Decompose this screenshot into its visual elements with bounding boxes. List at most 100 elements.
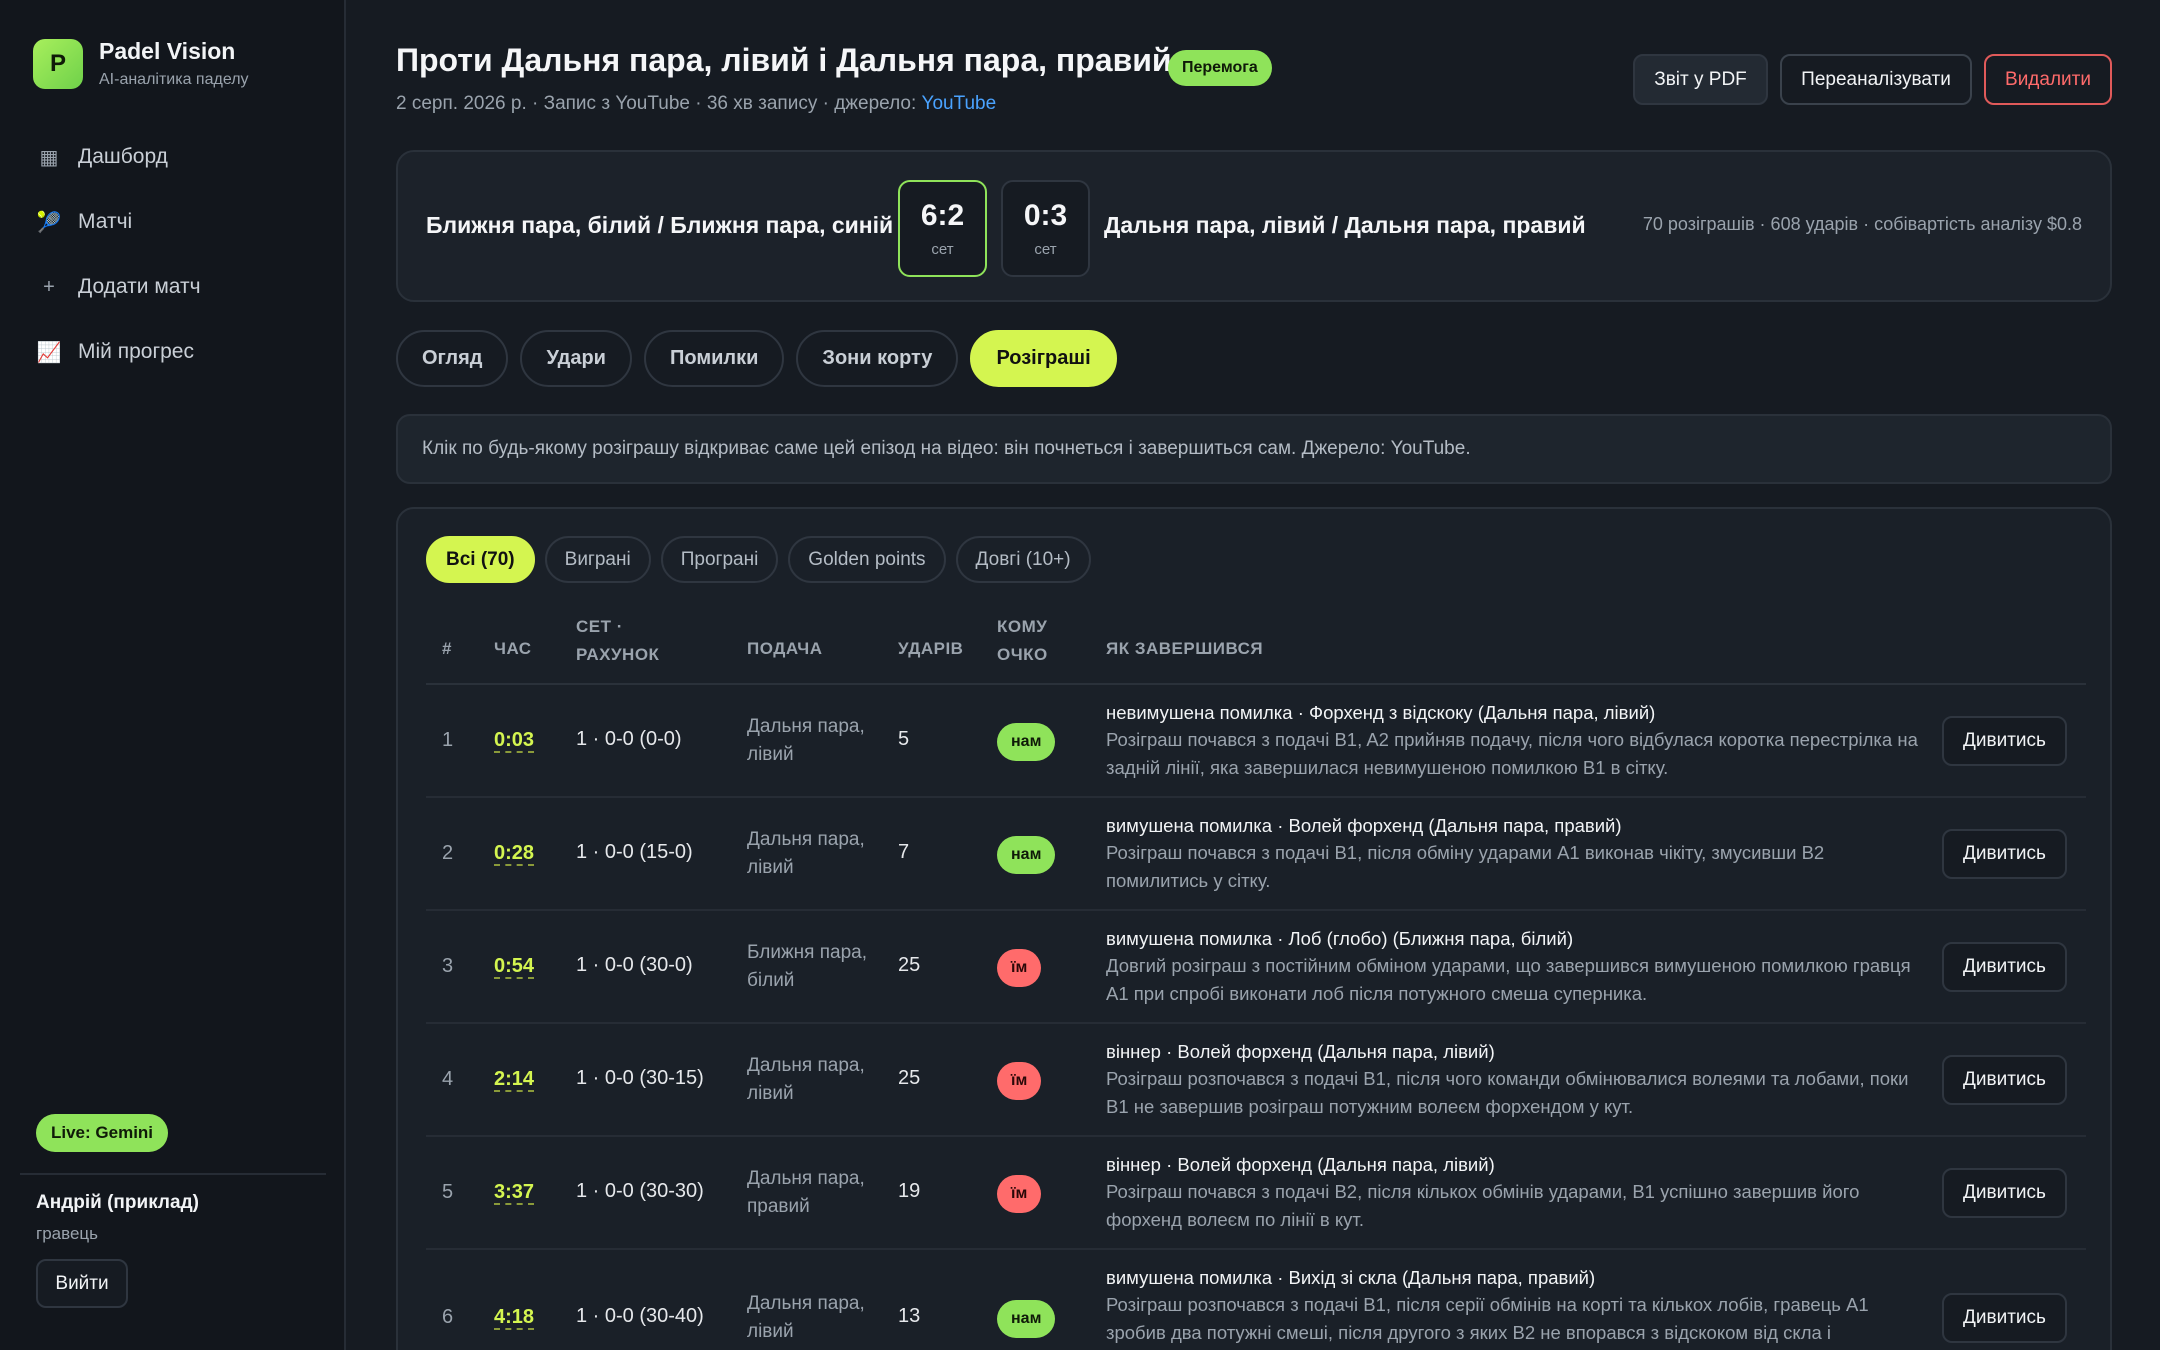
match-stats: 70 розіграшів · 608 ударів · собівартіст… [1642, 214, 2082, 234]
table-row[interactable]: 1 0:03 1 · 0-0 (0-0) Дальня пара, лівий … [426, 685, 2086, 798]
plus-icon: + [43, 275, 55, 298]
rally-set-score: 1 · 0-0 (30-15) [576, 1067, 704, 1089]
divider [20, 1173, 326, 1175]
rally-time-link[interactable]: 3:37 [494, 1181, 535, 1205]
column-header-time: ЧАС [494, 639, 532, 658]
rally-outcome: вимушена помилка · Вихід зі скла (Дальня… [1106, 1265, 1926, 1347]
rally-time-link[interactable]: 2:14 [494, 1068, 535, 1092]
point-winner-badge: їм [997, 1175, 1042, 1213]
rally-serve: Дальня пара, лівий [747, 716, 865, 765]
rally-outcome: віннер · Волей форхенд (Дальня пара, лів… [1106, 1152, 1926, 1234]
set-score-2: 0:3 сет [1001, 180, 1090, 277]
rally-time-link[interactable]: 0:28 [494, 842, 535, 866]
rally-outcome-description: Розіграш почався з подачі B1, A2 прийняв… [1106, 729, 1918, 778]
rally-outcome-title: невимушена помилка · Форхенд з відскоку … [1106, 702, 1656, 723]
page-title: Проти Дальня пара, лівий і Дальня пара, … [396, 42, 1172, 78]
score-card: Ближня пара, білий / Ближня пара, синій … [396, 150, 2112, 302]
column-header-serve: ПОДАЧА [747, 639, 823, 658]
sidebar-nav: ▦ Дашборд 🎾 Матчі + Додати матч 📈 Мій пр… [20, 132, 326, 392]
team-b-name: Дальня пара, лівий / Дальня пара, правий [1104, 212, 1586, 238]
tab-strokes[interactable]: Удари [520, 330, 632, 387]
rally-set-score: 1 · 0-0 (30-30) [576, 1180, 704, 1202]
rally-time-link[interactable]: 4:18 [494, 1306, 535, 1330]
sidebar-item-add-match[interactable]: + Додати матч [20, 262, 326, 312]
team-a-name: Ближня пара, білий / Ближня пара, синій [426, 212, 894, 238]
table-row[interactable]: 6 4:18 1 · 0-0 (30-40) Дальня пара, ліви… [426, 1250, 2086, 1350]
chart-icon: 📈 [36, 341, 62, 364]
tab-rallies[interactable]: Розіграші [970, 330, 1117, 387]
table-row[interactable]: 2 0:28 1 · 0-0 (15-0) Дальня пара, лівий… [426, 798, 2086, 911]
column-header-strokes: УДАРІВ [898, 639, 964, 658]
tab-overview[interactable]: Огляд [396, 330, 509, 387]
rally-strokes: 7 [898, 841, 910, 863]
column-header-set: СЕТ · РАХУНОК [576, 613, 659, 669]
pdf-report-button[interactable]: Звіт у PDF [1633, 54, 1768, 105]
rally-outcome-title: віннер · Волей форхенд (Дальня пара, лів… [1106, 1041, 1495, 1062]
rally-serve: Дальня пара, лівий [747, 1293, 865, 1342]
column-header-line: СЕТ · [576, 617, 623, 636]
rally-outcome-title: вимушена помилка · Вихід зі скла (Дальня… [1106, 1267, 1596, 1288]
table-row[interactable]: 3 0:54 1 · 0-0 (30-0) Ближня пара, білий… [426, 911, 2086, 1024]
source-link[interactable]: YouTube [922, 93, 997, 114]
rally-strokes: 25 [898, 1067, 921, 1089]
column-header-line: РАХУНОК [576, 645, 660, 664]
column-header-line: ОЧКО [997, 645, 1048, 664]
table-row[interactable]: 4 2:14 1 · 0-0 (30-15) Дальня пара, ліви… [426, 1024, 2086, 1137]
rally-serve: Ближня пара, білий [747, 942, 867, 991]
sidebar-item-label: Дашборд [78, 145, 168, 168]
rally-set-score: 1 · 0-0 (0-0) [576, 728, 682, 750]
set-score-1: 6:2 сет [898, 180, 987, 277]
watch-button[interactable]: Дивитись [1942, 716, 2067, 766]
rally-time-link[interactable]: 0:54 [494, 955, 535, 979]
watch-button[interactable]: Дивитись [1942, 1168, 2067, 1218]
column-header-how: ЯК ЗАВЕРШИВСЯ [1106, 639, 1264, 658]
rally-serve: Дальня пара, лівий [747, 1055, 865, 1104]
brand-logo: P [33, 38, 83, 89]
sidebar-item-label: Додати матч [78, 275, 201, 298]
tab-errors[interactable]: Помилки [643, 330, 785, 387]
brand[interactable]: P Padel Vision AI-аналітика паделу [33, 38, 249, 89]
sidebar-item-progress[interactable]: 📈 Мій прогрес [20, 327, 326, 377]
app-subtitle: AI-аналітика паделу [99, 71, 249, 88]
rally-serve: Дальня пара, лівий [747, 829, 865, 878]
table-row[interactable]: 5 3:37 1 · 0-0 (30-30) Дальня пара, прав… [426, 1137, 2086, 1250]
table-header: # ЧАС СЕТ · РАХУНОК ПОДАЧА УДАРІВ КОМУ О… [426, 613, 2086, 685]
point-winner-badge: їм [997, 1062, 1042, 1100]
user-name: Андрій (приклад) [36, 1192, 199, 1213]
rally-outcome-description: Розіграш розпочався з подачі B1, після ч… [1106, 1068, 1909, 1117]
tabs: Огляд Удари Помилки Зони корту Розіграші [396, 330, 1129, 387]
sidebar-item-matches[interactable]: 🎾 Матчі [20, 197, 326, 247]
filter-all[interactable]: Всі (70) [426, 536, 535, 583]
sidebar-item-dashboard[interactable]: ▦ Дашборд [20, 132, 326, 182]
info-notice: Клік по будь-якому розіграшу відкриває с… [396, 414, 2112, 484]
result-badge: Перемога [1168, 50, 1272, 86]
live-badge: Live: Gemini [36, 1114, 169, 1152]
logout-button[interactable]: Вийти [36, 1259, 128, 1308]
tab-court-zones[interactable]: Зони корту [796, 330, 959, 387]
filter-golden-points[interactable]: Golden points [788, 536, 946, 583]
rally-strokes: 19 [898, 1180, 921, 1202]
rally-number: 4 [442, 1068, 454, 1090]
filter-chips: Всі (70) Виграні Програні Golden points … [426, 536, 1101, 583]
rally-outcome-title: вимушена помилка · Волей форхенд (Дальня… [1106, 815, 1622, 836]
rally-outcome-title: вимушена помилка · Лоб (глобо) (Ближня п… [1106, 928, 1574, 949]
filter-long[interactable]: Довгі (10+) [955, 536, 1091, 583]
reanalyze-button[interactable]: Переаналізувати [1780, 54, 1972, 105]
rally-time-link[interactable]: 0:03 [494, 729, 535, 753]
rally-number: 2 [442, 842, 454, 864]
rally-strokes: 13 [898, 1305, 921, 1327]
set-score-label: сет [1034, 241, 1057, 258]
watch-button[interactable]: Дивитись [1942, 1055, 2067, 1105]
point-winner-badge: нам [997, 836, 1056, 874]
racket-icon: 🎾 [36, 211, 62, 234]
filter-won[interactable]: Виграні [544, 536, 651, 583]
watch-button[interactable]: Дивитись [1942, 942, 2067, 992]
filter-lost[interactable]: Програні [660, 536, 779, 583]
watch-button[interactable]: Дивитись [1942, 829, 2067, 879]
watch-button[interactable]: Дивитись [1942, 1293, 2067, 1343]
rally-outcome-description: Розіграш почався з подачі B1, після обмі… [1106, 842, 1825, 891]
delete-button[interactable]: Видалити [1984, 54, 2112, 105]
rally-set-score: 1 · 0-0 (30-0) [576, 954, 693, 976]
rally-set-score: 1 · 0-0 (30-40) [576, 1305, 704, 1327]
rally-number: 3 [442, 955, 454, 977]
